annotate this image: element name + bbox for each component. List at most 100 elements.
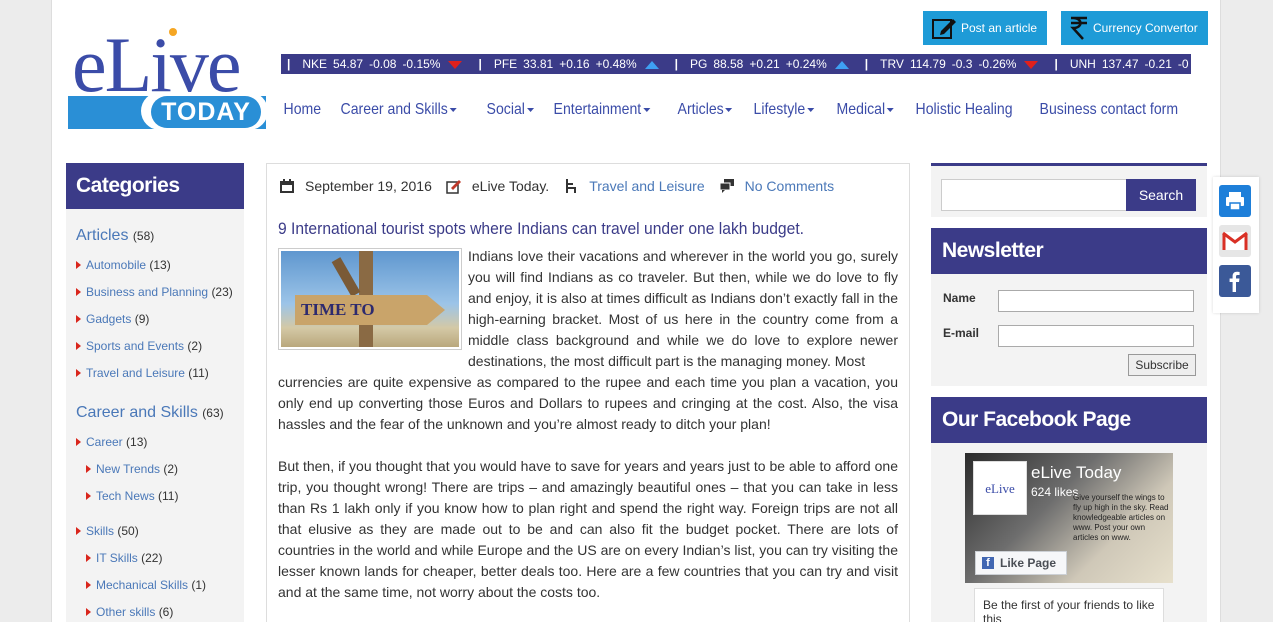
post-comments-link[interactable]: No Comments bbox=[745, 178, 834, 194]
category-sports-label: Sports and Events bbox=[86, 339, 185, 353]
category-business[interactable]: Business and Planning (23) bbox=[76, 285, 233, 299]
travel-sign: TIME TO TRAVEL bbox=[295, 295, 445, 325]
categories-list: Articles (58) Automobile (13) Business a… bbox=[66, 209, 244, 622]
print-button[interactable] bbox=[1219, 185, 1251, 217]
ticker-separator: | bbox=[478, 57, 482, 71]
category-articles-count: (58) bbox=[132, 229, 155, 243]
category-it-skills-label: IT Skills bbox=[96, 551, 138, 565]
category-automobile[interactable]: Automobile (13) bbox=[76, 258, 171, 272]
ticker-change: -0.21 bbox=[1144, 57, 1172, 71]
ticker-separator: | bbox=[864, 57, 869, 71]
ticker-item: | NKE 54.87 -0.08 -0.15% bbox=[287, 54, 468, 74]
ticker-percent: -0 bbox=[1177, 57, 1189, 71]
gmail-icon bbox=[1222, 231, 1248, 250]
post-title[interactable]: 9 International tourist spots where Indi… bbox=[278, 219, 804, 239]
ticker-change: -0.08 bbox=[369, 57, 397, 71]
facebook-page-logo: eLive bbox=[973, 461, 1027, 515]
name-label: Name bbox=[943, 291, 976, 305]
nav-item-medical[interactable]: Medical bbox=[826, 101, 904, 125]
ticker-price: 88.58 bbox=[713, 57, 744, 71]
nav-item-label: Lifestyle bbox=[753, 101, 806, 118]
search-input[interactable] bbox=[941, 179, 1127, 211]
category-tech-news[interactable]: Tech News (11) bbox=[86, 489, 178, 503]
category-career-skills-label: Career and Skills bbox=[76, 404, 198, 421]
subscribe-button[interactable]: Subscribe bbox=[1128, 354, 1196, 376]
gmail-button[interactable] bbox=[1219, 225, 1251, 257]
category-automobile-label: Automobile bbox=[86, 258, 147, 272]
ticker-price: 33.81 bbox=[523, 57, 554, 71]
categories-heading: Categories bbox=[66, 163, 244, 209]
category-other-skills-count: (6) bbox=[158, 605, 174, 619]
ticker-percent: +0.24% bbox=[785, 57, 827, 71]
post-article-button[interactable]: Post an article bbox=[923, 11, 1048, 45]
nav-item-articles[interactable]: Articles bbox=[667, 101, 743, 125]
print-icon bbox=[1226, 192, 1244, 211]
nav-item-holistic-healing[interactable]: Holistic Healing bbox=[905, 101, 1023, 125]
nav-item-social[interactable]: Social bbox=[476, 101, 544, 125]
facebook-icon bbox=[1229, 271, 1240, 292]
site-logo[interactable]: eLive TODAY bbox=[68, 26, 268, 130]
nav-item-home[interactable]: Home bbox=[273, 101, 332, 125]
category-career[interactable]: Career (13) bbox=[76, 435, 147, 449]
category-travel-count: (11) bbox=[188, 366, 209, 380]
category-it-skills[interactable]: IT Skills (22) bbox=[86, 551, 162, 565]
nav-item-career-and-skills[interactable]: Career and Skills bbox=[330, 101, 467, 125]
category-articles-label: Articles bbox=[76, 227, 129, 244]
ticker-price: 114.79 bbox=[909, 57, 946, 71]
post-date: September 19, 2016 bbox=[305, 178, 432, 194]
category-gadgets[interactable]: Gadgets (9) bbox=[76, 312, 149, 326]
nav-item-entertainment[interactable]: Entertainment bbox=[543, 101, 661, 125]
ticker-item: | TRV 114.79 -0.3 -0.26% bbox=[865, 54, 1045, 74]
category-career-skills-count: (63) bbox=[202, 406, 224, 420]
category-new-trends-label: New Trends bbox=[96, 462, 161, 476]
facebook-cover-tagline: Give yourself the wings to fly up high i… bbox=[1073, 493, 1169, 542]
category-business-label: Business and Planning bbox=[86, 285, 209, 299]
category-new-trends[interactable]: New Trends (2) bbox=[86, 462, 178, 476]
category-career-skills[interactable]: Career and Skills (63) bbox=[76, 404, 224, 422]
article-container: September 19, 2016 eLive Today. Travel a… bbox=[266, 163, 910, 622]
facebook-like-button[interactable]: Like Page bbox=[975, 551, 1067, 575]
comments-icon bbox=[719, 179, 734, 193]
category-career-label: Career bbox=[86, 435, 123, 449]
ticker-item: | UNH 137.47 -0.21 -0 bbox=[1054, 54, 1191, 74]
logo-dot bbox=[169, 28, 177, 36]
category-travel[interactable]: Travel and Leisure (11) bbox=[76, 366, 209, 380]
category-skills-label: Skills bbox=[86, 524, 115, 538]
currency-convertor-button[interactable]: Currency Convertor bbox=[1061, 11, 1208, 45]
category-articles[interactable]: Articles (58) bbox=[76, 227, 154, 245]
category-other-skills[interactable]: Other skills (6) bbox=[86, 605, 173, 619]
facebook-cover[interactable]: eLive eLive Today 624 likes Give yoursel… bbox=[965, 453, 1173, 583]
nav-item-label: Social bbox=[486, 101, 525, 118]
thumbnail-scene: TIME TO TRAVEL bbox=[281, 251, 459, 347]
facebook-share-button[interactable] bbox=[1219, 265, 1251, 297]
category-sports[interactable]: Sports and Events (2) bbox=[76, 339, 202, 353]
post-author: eLive Today. bbox=[471, 178, 550, 194]
category-skills-count: (50) bbox=[117, 524, 139, 538]
search-button[interactable]: Search bbox=[1126, 179, 1196, 211]
ticker-symbol: NKE bbox=[302, 57, 328, 71]
email-field[interactable] bbox=[998, 325, 1194, 347]
ticker-change: -0.3 bbox=[951, 57, 973, 71]
nav-item-label: Articles bbox=[677, 101, 724, 118]
author-edit-icon bbox=[446, 180, 461, 194]
nav-item-label: Career and Skills bbox=[340, 101, 448, 118]
post-category-link[interactable]: Travel and Leisure bbox=[589, 178, 704, 194]
nav-item-lifestyle[interactable]: Lifestyle bbox=[743, 101, 825, 125]
nav-item-business-contact-form[interactable]: Business contact form bbox=[1029, 101, 1189, 125]
ticker-symbol: PFE bbox=[493, 57, 518, 71]
category-other-skills-label: Other skills bbox=[96, 605, 156, 619]
category-new-trends-count: (2) bbox=[163, 462, 179, 476]
currency-convertor-label: Currency Convertor bbox=[1093, 21, 1198, 35]
category-it-skills-count: (22) bbox=[141, 551, 163, 565]
nav-item-label: Entertainment bbox=[553, 101, 642, 118]
category-sports-count: (2) bbox=[187, 339, 203, 353]
category-mechanical-skills[interactable]: Mechanical Skills (1) bbox=[86, 578, 206, 592]
facebook-page-name[interactable]: eLive Today bbox=[1031, 463, 1121, 483]
ticker-symbol: TRV bbox=[880, 57, 904, 71]
facebook-friends-text: Be the first of your friends to like thi… bbox=[974, 588, 1164, 622]
edit-icon bbox=[932, 19, 956, 39]
name-field[interactable] bbox=[998, 290, 1194, 312]
post-paragraph-1: Indians love their vacations and whereve… bbox=[468, 248, 898, 369]
calendar-icon bbox=[280, 179, 294, 193]
category-skills[interactable]: Skills (50) bbox=[76, 524, 139, 538]
